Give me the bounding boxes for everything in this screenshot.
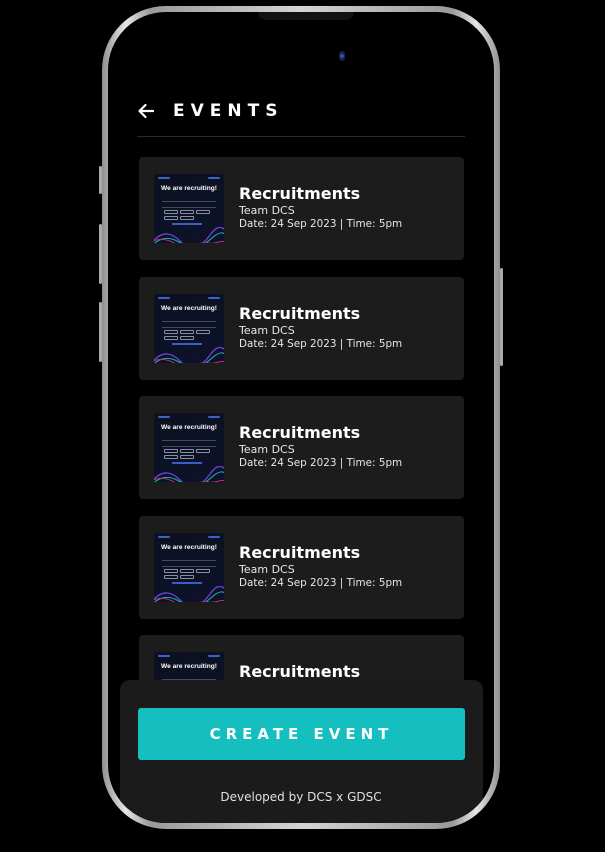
poster-subtitle-lines — [162, 201, 216, 208]
header-divider — [137, 136, 465, 137]
poster-subtitle-lines — [162, 440, 216, 447]
volume-down-button — [99, 302, 102, 362]
event-schedule: Date: 24 Sep 2023 | Time: 5pm — [239, 337, 403, 350]
event-organizer: Team DCS — [239, 443, 295, 456]
event-title: Recruitments — [239, 184, 361, 203]
poster-link — [172, 581, 202, 584]
poster-subtitle-lines — [162, 320, 216, 328]
event-title: Recruitments — [239, 662, 361, 681]
event-poster-image: We are recruiting! — [154, 293, 224, 363]
poster-logos — [158, 296, 220, 300]
event-title: Recruitments — [239, 423, 361, 442]
phone-frame: EVENTS We are recruiting! Recruitments T… — [99, 6, 503, 829]
poster-wave-graphic — [154, 346, 224, 363]
developer-credit: Developed by DCS x GDSC — [220, 790, 382, 804]
poster-logos — [158, 655, 220, 658]
poster-tags — [164, 568, 216, 579]
page-title: EVENTS — [173, 101, 284, 121]
poster-title: We are recruiting! — [161, 543, 217, 551]
event-card[interactable]: We are recruiting! Recruitments Team DCS… — [139, 396, 464, 499]
events-list[interactable]: We are recruiting! Recruitments Team DCS… — [139, 157, 465, 687]
poster-wave-graphic — [154, 227, 224, 243]
poster-logos — [158, 416, 220, 419]
poster-logos — [158, 177, 220, 180]
poster-tags — [164, 449, 216, 459]
poster-title: We are recruiting! — [161, 663, 217, 670]
event-organizer: Team DCS — [239, 562, 295, 576]
poster-logos — [158, 535, 220, 539]
silent-switch — [99, 166, 102, 194]
poster-wave-graphic — [154, 466, 224, 482]
poster-link — [172, 342, 202, 345]
power-button — [500, 268, 503, 366]
event-organizer: Team DCS — [239, 204, 295, 217]
event-poster-image: We are recruiting! — [154, 413, 224, 482]
front-camera — [339, 51, 345, 61]
event-card[interactable]: We are recruiting! Recruitments Team DCS… — [139, 515, 464, 619]
poster-title: We are recruiting! — [161, 424, 217, 431]
event-card[interactable]: We are recruiting! Recruitments Team DCS… — [139, 157, 464, 260]
event-poster-image: We are recruiting! — [154, 174, 224, 243]
event-schedule: Date: 24 Sep 2023 | Time: 5pm — [239, 457, 403, 469]
event-card[interactable]: We are recruiting! Recruitments Team DCS… — [139, 276, 464, 380]
event-organizer: Team DCS — [239, 323, 295, 337]
app-header: EVENTS — [136, 94, 466, 128]
poster-tags — [164, 329, 216, 340]
event-schedule: Date: 24 Sep 2023 | Time: 5pm — [239, 218, 403, 230]
poster-title: We are recruiting! — [161, 185, 217, 192]
poster-title: We are recruiting! — [161, 304, 217, 312]
poster-wave-graphic — [154, 585, 224, 602]
speaker-notch — [258, 12, 354, 20]
event-schedule: Date: 24 Sep 2023 | Time: 5pm — [239, 576, 403, 589]
poster-tags — [164, 210, 216, 220]
phone-screen: EVENTS We are recruiting! Recruitments T… — [108, 12, 494, 823]
create-event-button[interactable]: CREATE EVENT — [138, 708, 465, 760]
poster-link — [172, 223, 202, 225]
volume-up-button — [99, 224, 102, 284]
arrow-left-icon[interactable] — [136, 100, 158, 122]
event-title: Recruitments — [239, 542, 361, 562]
event-title: Recruitments — [239, 303, 361, 323]
poster-link — [172, 462, 202, 464]
poster-subtitle-lines — [162, 559, 216, 567]
event-poster-image: We are recruiting! — [154, 532, 224, 602]
